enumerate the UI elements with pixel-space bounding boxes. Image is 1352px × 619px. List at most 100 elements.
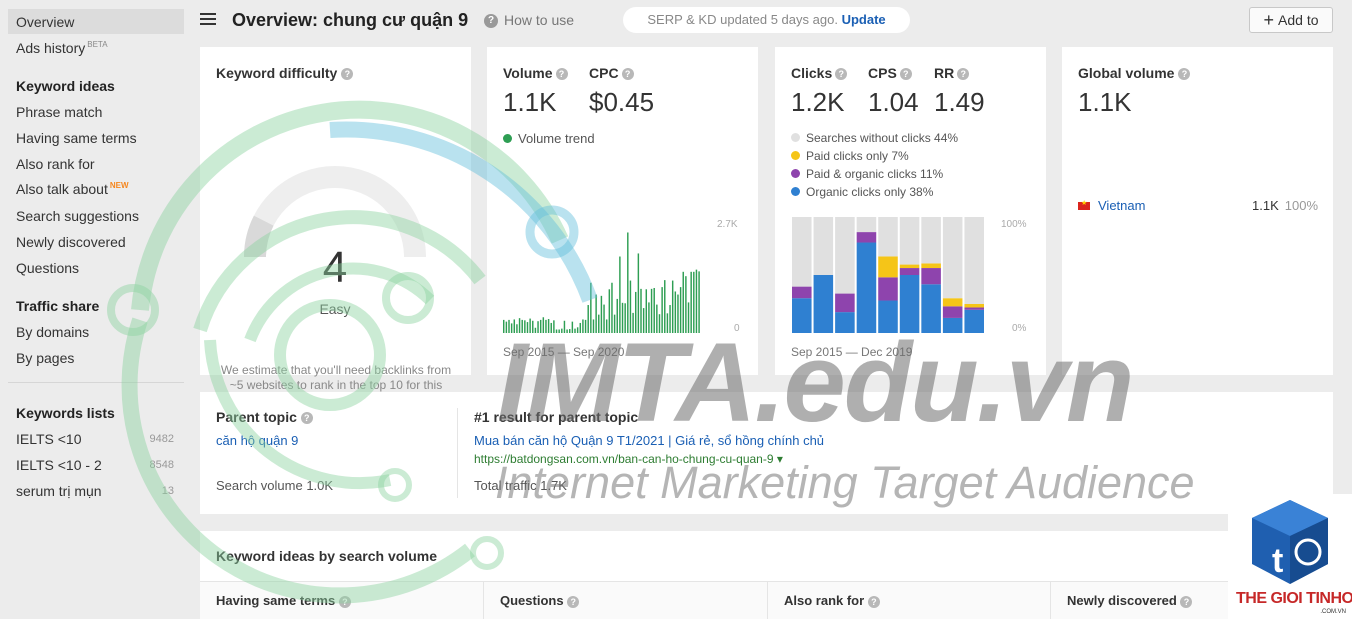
volume-bar — [611, 282, 613, 333]
list-count: 9482 — [149, 433, 174, 445]
volume-bar — [503, 319, 505, 333]
clicks-bar-segment — [964, 217, 984, 304]
volume-bar — [661, 287, 663, 333]
sidebar-item-also-talk-about[interactable]: Also talk about NEW — [16, 181, 129, 197]
clicks-bar-segment — [942, 306, 963, 318]
clicks-bar-segment — [813, 217, 834, 275]
help-icon[interactable]: ? — [835, 68, 848, 81]
sidebar-item-search-suggestions[interactable]: Search suggestions — [16, 208, 139, 224]
volume-bar — [645, 289, 648, 333]
clicks-bar-segment — [878, 217, 898, 257]
first-result-label: #1 result for parent topic — [474, 409, 639, 425]
volume-bar — [698, 271, 700, 333]
column-label: Also rank for — [784, 593, 865, 608]
tab-also-rank-for[interactable]: Also rank for ? — [768, 581, 1051, 619]
clicks-bar-segment — [835, 312, 855, 333]
clicks-bar-segment — [921, 268, 941, 285]
help-icon[interactable]: ? — [567, 595, 580, 608]
page-title: Overview: chung cư quận 9 — [232, 10, 469, 30]
parent-topic-card: Parent topic ? căn hộ quận 9 Search volu… — [200, 392, 1333, 514]
legend-label: Searches without clicks 44% — [806, 131, 959, 145]
sidebar-heading-traffic-share: Traffic share — [16, 298, 100, 314]
update-link[interactable]: Update — [842, 12, 886, 27]
volume-bar — [590, 282, 592, 333]
country-volume: 1.1K 100% — [1252, 198, 1318, 213]
clicks-bar-segment — [792, 286, 812, 299]
sidebar-item-having-same-terms[interactable]: Having same terms — [16, 130, 137, 146]
divider — [457, 408, 458, 498]
volume-bar — [693, 271, 695, 333]
clicks-bar-segment — [835, 217, 855, 294]
first-result-url[interactable]: https://batdongsan.com.vn/ban-can-ho-chu… — [474, 452, 783, 466]
help-icon[interactable]: ? — [300, 412, 313, 425]
volume-bar — [613, 314, 616, 333]
column-label: Newly discovered — [1067, 593, 1177, 608]
volume-bar — [592, 319, 595, 333]
legend-label: Volume trend — [518, 131, 595, 146]
volume-card: Volume? CPC? 1.1K $0.45 Volume trend 2.7… — [487, 47, 758, 375]
help-icon[interactable]: ? — [341, 68, 354, 81]
clicks-bar-segment — [878, 300, 898, 333]
help-icon[interactable]: ? — [555, 68, 568, 81]
legend-label: Paid & organic clicks 11% — [806, 167, 944, 181]
how-to-use-label: How to use — [504, 12, 575, 28]
new-badge: NEW — [109, 181, 129, 191]
clicks-bar-segment — [792, 217, 812, 287]
sidebar-item-questions[interactable]: Questions — [16, 260, 79, 276]
how-to-use-link[interactable]: ? How to use — [484, 12, 575, 29]
volume-bar — [521, 319, 523, 333]
volume-bar — [677, 294, 679, 333]
clicks-bar-segment — [856, 232, 877, 243]
sidebar-item-by-pages[interactable]: By pages — [16, 350, 74, 366]
keyword-ideas-card: Keyword ideas by search volume Having sa… — [200, 531, 1333, 619]
help-icon[interactable]: ? — [867, 595, 880, 608]
first-result-title[interactable]: Mua bán căn hộ Quận 9 T1/2021 | Giá rẻ, … — [474, 433, 824, 448]
cpc-label: CPC? — [589, 65, 634, 81]
help-icon[interactable]: ? — [1178, 68, 1191, 81]
help-icon[interactable]: ? — [621, 68, 634, 81]
sidebar-item-by-domains[interactable]: By domains — [16, 324, 89, 340]
help-icon[interactable]: ? — [957, 68, 970, 81]
volume-bar — [637, 253, 640, 333]
volume-bar — [571, 321, 574, 333]
help-icon[interactable]: ? — [1180, 595, 1193, 608]
volume-bar — [576, 327, 579, 333]
kd-title: Keyword difficulty — [216, 65, 338, 81]
sidebar-item-keyword-list[interactable]: IELTS <10 - 2 — [16, 457, 102, 473]
volume-bar — [542, 317, 545, 333]
clicks-bar-segment — [964, 307, 984, 310]
clicks-distribution-chart — [792, 217, 984, 333]
clicks-bar-segment — [964, 309, 984, 333]
volume-bar — [518, 318, 521, 333]
volume-bar — [550, 322, 552, 333]
logo-subtext: .COM.VN — [1320, 609, 1346, 615]
list-count: 13 — [161, 485, 174, 497]
tab-questions[interactable]: Questions ? — [484, 581, 768, 619]
volume-bar — [537, 321, 539, 333]
sidebar-item-newly-discovered[interactable]: Newly discovered — [16, 234, 126, 250]
volume-bar — [598, 314, 600, 333]
volume-bar — [619, 256, 621, 333]
y-axis-max: 100% — [1001, 219, 1027, 230]
sidebar-item-overview[interactable]: Overview — [16, 14, 74, 30]
legend-dot — [791, 151, 800, 161]
global-volume-title: Global volume — [1078, 65, 1175, 81]
hamburger-menu-icon[interactable] — [200, 13, 216, 26]
sidebar-item-ads-history[interactable]: Ads history BETA — [16, 40, 108, 56]
help-icon[interactable]: ? — [899, 68, 912, 81]
country-link[interactable]: Vietnam — [1098, 198, 1145, 213]
volume-bar — [582, 319, 584, 333]
add-to-button[interactable]: + Add to — [1249, 7, 1333, 33]
volume-bar — [526, 322, 529, 333]
volume-trend-legend: Volume trend — [503, 131, 595, 146]
volume-bar — [627, 232, 629, 333]
sidebar-item-phrase-match[interactable]: Phrase match — [16, 104, 102, 120]
clicks-bar-segment — [921, 217, 941, 264]
help-icon[interactable]: ? — [338, 595, 351, 608]
sidebar-item-also-rank-for[interactable]: Also rank for — [16, 156, 95, 172]
volume-trend-chart — [503, 232, 700, 333]
tab-having-same-terms[interactable]: Having same terms ? — [200, 581, 484, 619]
parent-topic-label-text: Parent topic — [216, 409, 297, 425]
parent-topic-link[interactable]: căn hộ quận 9 — [216, 433, 298, 448]
sidebar-item-keyword-list[interactable]: serum trị mụn — [16, 483, 102, 499]
